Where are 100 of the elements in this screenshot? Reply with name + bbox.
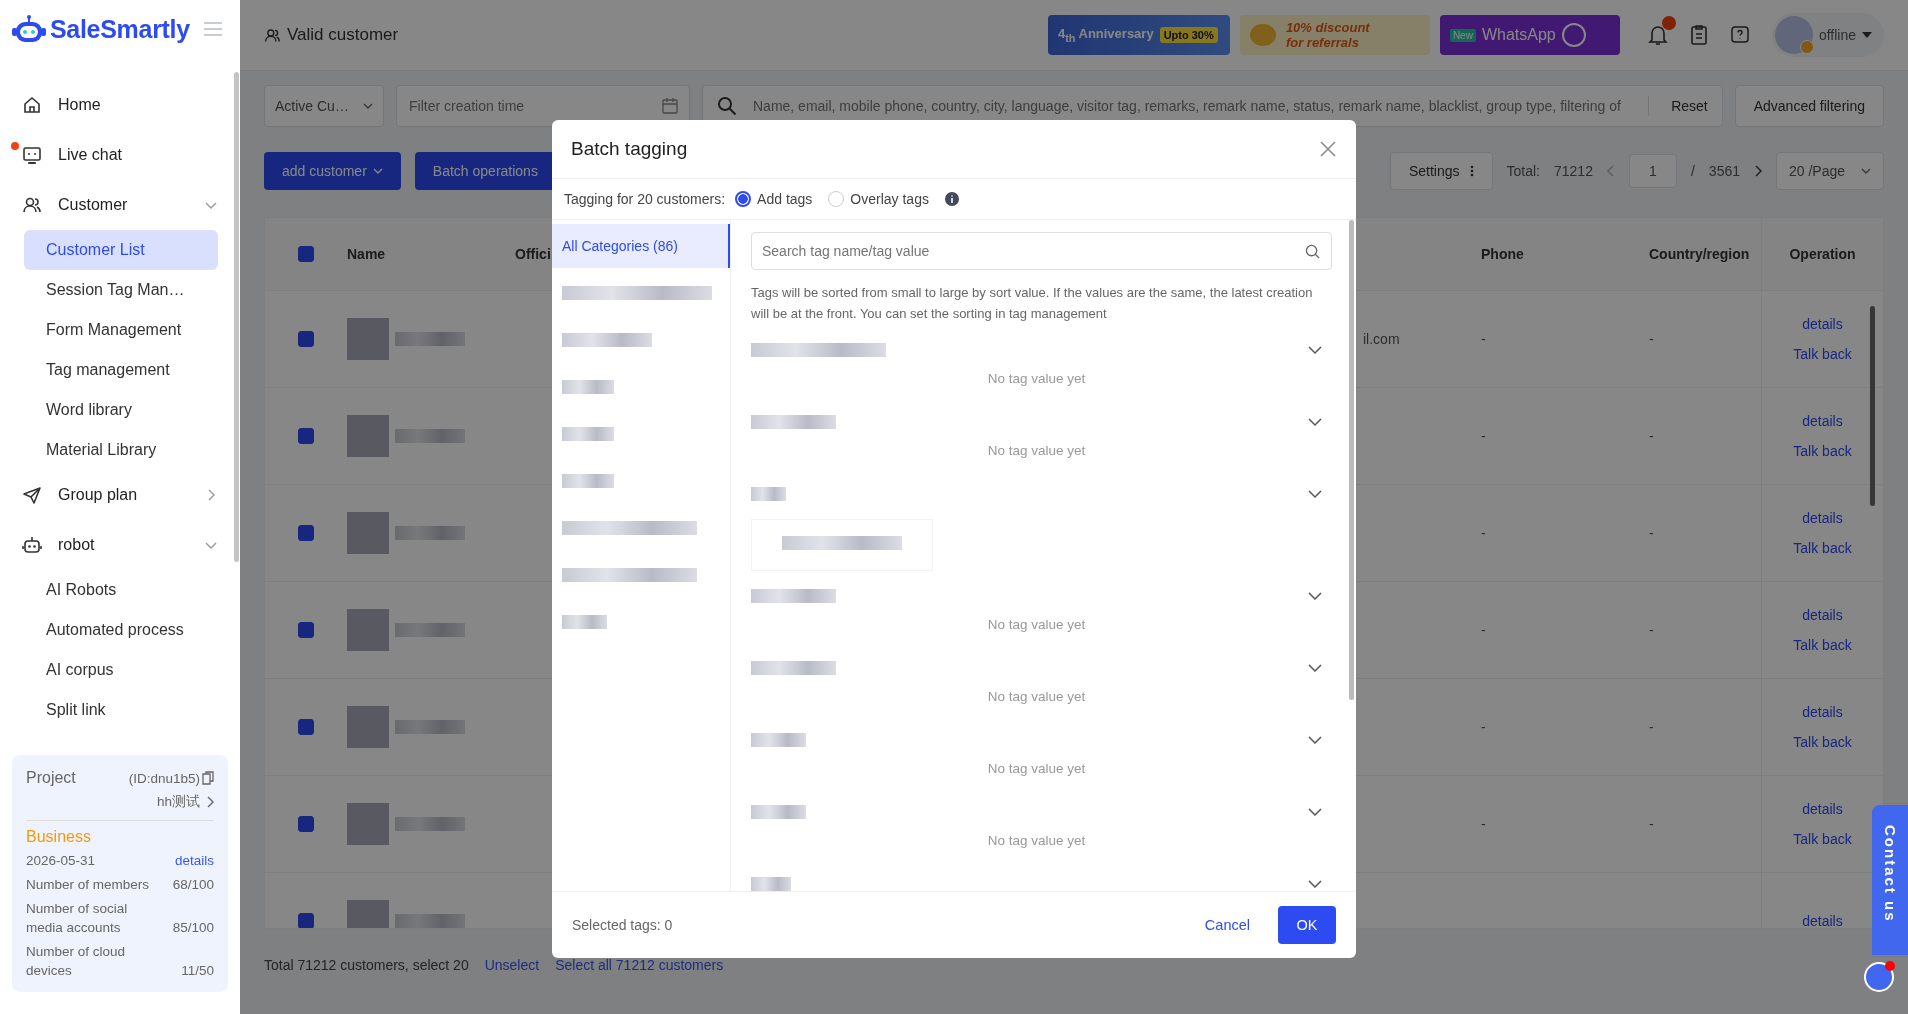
tag-chip[interactable]	[751, 519, 933, 571]
row-action-link[interactable]: Talk back	[1793, 734, 1852, 750]
copy-icon[interactable]	[202, 771, 214, 785]
row-action-link[interactable]: details	[1802, 510, 1843, 526]
nav-item[interactable]: Home	[12, 85, 228, 125]
nav-item[interactable]: Live chat	[12, 135, 228, 175]
search-input[interactable]: Name, email, mobile phone, country, city, language, visitor tag, remarks, remark name, status, remark name, blacklist, group type, filtering of	[751, 97, 1635, 115]
nav-subitem[interactable]: Material Library	[24, 430, 218, 470]
select-all-link[interactable]: Select all 71212 customers	[555, 957, 724, 973]
date-field[interactable]: Filter creation time	[396, 85, 690, 127]
row-checkbox[interactable]	[298, 428, 314, 444]
nav-subitem[interactable]: Session Tag Man…	[24, 270, 218, 310]
settings-button[interactable]: Settings	[1389, 152, 1493, 190]
nav-subitem[interactable]: Split link	[24, 690, 218, 730]
table-cell: -	[1649, 525, 1654, 541]
info-icon[interactable]	[944, 192, 959, 206]
chat-bubble-icon[interactable]	[1864, 962, 1894, 992]
promo-banner[interactable]: New WhatsApp	[1439, 15, 1620, 55]
users-icon	[22, 195, 42, 215]
contact-us-tab[interactable]: Contact us	[1872, 805, 1908, 955]
clipboard-icon[interactable]	[1689, 24, 1708, 46]
page-separator: /	[1690, 163, 1695, 179]
advanced-filter-button[interactable]: Advanced filtering	[1734, 85, 1884, 127]
scrollbar[interactable]	[234, 72, 239, 562]
row-checkbox[interactable]	[298, 525, 314, 541]
nav-subitem[interactable]: AI corpus	[24, 650, 218, 690]
robot-icon	[22, 535, 42, 555]
nav-subitem[interactable]: Form Management	[24, 310, 218, 350]
search-field[interactable]: Name, email, mobile phone, country, city, language, visitor tag, remarks, remark name, status, remark name, blacklist, group type, filtering of Reset	[702, 85, 1723, 127]
chevron-down-icon[interactable]	[1308, 663, 1322, 673]
chevron-down-icon[interactable]	[1308, 735, 1322, 745]
tag-search-field[interactable]: Search tag name/tag value	[751, 232, 1332, 270]
users-icon	[264, 26, 281, 44]
dialog-title: Batch tagging	[571, 138, 688, 160]
chevron-down-icon[interactable]	[1308, 879, 1322, 889]
row-action-link[interactable]: Talk back	[1793, 346, 1852, 362]
table-cell: -	[1649, 622, 1654, 638]
previous-page-icon[interactable]	[1606, 165, 1615, 177]
chevron-down-icon[interactable]	[1308, 807, 1322, 817]
radio-option[interactable]: Add tags	[735, 191, 813, 207]
cancel-button[interactable]: Cancel	[1198, 909, 1256, 941]
status-select[interactable]: Active Cu…	[264, 85, 384, 127]
nav-item[interactable]: Group plan	[12, 475, 228, 515]
nav-subitem[interactable]: Customer List	[24, 230, 218, 270]
row-action-link[interactable]: Talk back	[1793, 540, 1852, 556]
home-icon	[22, 95, 42, 115]
row-action-link[interactable]: details	[1802, 413, 1843, 429]
expiry-date: 2026-05-31	[26, 852, 96, 870]
row-checkbox[interactable]	[298, 913, 314, 928]
nav-item[interactable]: robot	[12, 525, 228, 565]
bell-icon[interactable]	[1647, 24, 1668, 46]
row-checkbox[interactable]	[298, 622, 314, 638]
row-checkbox[interactable]	[298, 816, 314, 832]
blurred-text	[395, 720, 465, 734]
chevron-down-icon[interactable]	[1308, 591, 1322, 601]
paper-plane-icon	[22, 485, 42, 505]
chevron-down-icon[interactable]	[1308, 345, 1322, 355]
scrollbar[interactable]	[1349, 220, 1354, 700]
radio-option[interactable]: Overlay tags	[828, 191, 929, 207]
chevron-down-icon[interactable]	[1308, 489, 1322, 499]
row-action-link[interactable]: Talk back	[1793, 831, 1852, 847]
project-name[interactable]: hh测试	[156, 793, 200, 811]
chevron-down-icon[interactable]	[1308, 417, 1322, 427]
table-cell: -	[1481, 428, 1486, 444]
quota-value: 11/50	[181, 962, 214, 980]
unselect-link[interactable]: Unselect	[484, 957, 540, 973]
menu-icon[interactable]	[203, 22, 222, 36]
nav-subitem[interactable]: Word library	[24, 390, 218, 430]
calendar-icon	[662, 98, 678, 114]
row-action-link[interactable]: details	[1802, 704, 1843, 720]
nav-subitem[interactable]: Tag management	[24, 350, 218, 390]
row-action-link[interactable]: Talk back	[1793, 637, 1852, 653]
row-checkbox[interactable]	[298, 331, 314, 347]
help-icon[interactable]	[1729, 25, 1750, 45]
user-menu[interactable]: offline	[1771, 13, 1884, 57]
row-action-link[interactable]: details	[1802, 607, 1843, 623]
reset-button[interactable]: Reset	[1663, 98, 1716, 114]
details-link[interactable]: details	[174, 851, 214, 870]
category-item[interactable]: All Categories (86)	[552, 224, 730, 268]
row-action-link[interactable]: details	[1802, 913, 1843, 928]
page-field[interactable]: 1	[1628, 154, 1677, 188]
row-action-link[interactable]: details	[1802, 801, 1843, 817]
row-checkbox[interactable]	[298, 719, 314, 735]
add-customer-button[interactable]: add customer	[264, 152, 401, 190]
row-action-link[interactable]: Talk back	[1793, 443, 1852, 459]
nav-item[interactable]: Customer	[12, 185, 228, 225]
scrollbar[interactable]	[1870, 306, 1875, 506]
caret-icon	[1862, 32, 1872, 38]
ok-button[interactable]: OK	[1278, 906, 1336, 944]
row-action-link[interactable]: details	[1802, 316, 1843, 332]
project-label: Project	[26, 769, 76, 787]
page-size-select[interactable]: 20 /Page	[1776, 152, 1884, 190]
promo-banner[interactable]: 10% discount for referrals	[1239, 15, 1430, 55]
promo-banner[interactable]: 4$_{th}$ Anniversary Upto 30%	[1047, 15, 1230, 55]
close-icon[interactable]	[1320, 141, 1336, 157]
select-all-checkbox[interactable]	[298, 246, 314, 262]
nav-subitem[interactable]: Automated process	[24, 610, 218, 650]
table-cell: -	[1649, 719, 1654, 735]
nav-subitem[interactable]: AI Robots	[24, 570, 218, 610]
next-page-icon[interactable]	[1754, 165, 1762, 177]
